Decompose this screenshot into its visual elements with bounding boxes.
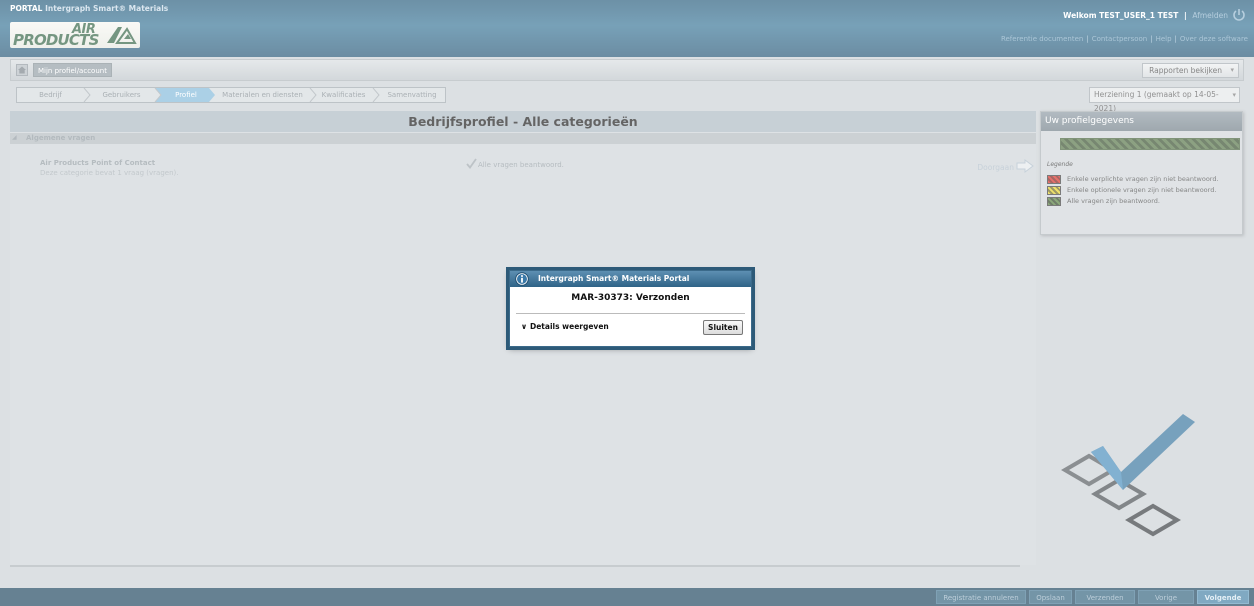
group-label: Algemene vragen bbox=[26, 134, 96, 142]
herziening-value: Herziening 1 (gemaakt op 14-05-2021) bbox=[1094, 90, 1219, 113]
chevron-down-icon: ∨ bbox=[521, 322, 528, 331]
logout-link[interactable]: Afmelden bbox=[1192, 11, 1228, 20]
answered-status: Alle vragen beantwoord. bbox=[466, 158, 564, 169]
checkmark-icon bbox=[466, 158, 477, 169]
wizard-bar: Bedrijf Gebruikers Profiel Materialen en… bbox=[10, 84, 1244, 113]
logo-mark-icon bbox=[107, 27, 137, 44]
answered-text: Alle vragen beantwoord. bbox=[478, 161, 564, 169]
dialog-title: Intergraph Smart® Materials Portal bbox=[538, 274, 690, 283]
logout-icon[interactable] bbox=[1232, 8, 1246, 22]
step-profiel[interactable]: Profiel bbox=[161, 88, 211, 102]
link-referentie[interactable]: Referentie documenten bbox=[1001, 35, 1083, 43]
legend-text-red: Enkele verplichte vragen zijn niet beant… bbox=[1067, 175, 1219, 183]
dialog-message: MAR-30373: Verzonden bbox=[571, 293, 690, 303]
home-icon[interactable] bbox=[16, 64, 28, 76]
legend-swatch-yellow bbox=[1047, 186, 1061, 195]
legend-title: Legende bbox=[1047, 161, 1073, 168]
link-help[interactable]: Help bbox=[1156, 35, 1172, 43]
portal-title: PORTAL Intergraph Smart® Materials bbox=[10, 4, 168, 13]
legend-swatch-green bbox=[1047, 197, 1061, 206]
details-toggle[interactable]: ∨ Details weergeven bbox=[521, 322, 609, 331]
top-links: Referentie documenten | Contactpersoon | Hel… bbox=[1001, 35, 1248, 43]
dialog-titlebar: Intergraph Smart® Materials Portal bbox=[510, 271, 751, 287]
verzenden-button[interactable]: Verzenden bbox=[1075, 590, 1135, 604]
sluiten-button[interactable]: Sluiten bbox=[703, 320, 743, 335]
rapporten-dropdown[interactable]: Rapporten bekijken ▾ bbox=[1142, 63, 1239, 78]
volgende-button[interactable]: Volgende bbox=[1197, 590, 1249, 604]
registratie-annuleren-button[interactable]: Registratie annuleren bbox=[936, 590, 1026, 604]
herziening-select[interactable]: Herziening 1 (gemaakt op 14-05-2021) ▾ bbox=[1089, 87, 1240, 113]
collapse-triangle-icon[interactable]: ◢ bbox=[12, 134, 17, 141]
link-separator: | bbox=[1150, 35, 1153, 43]
step-samenvatting[interactable]: Samenvatting bbox=[379, 88, 445, 102]
logo-text-products: PRODUCTS bbox=[13, 31, 99, 48]
step-kwalificaties[interactable]: Kwalificaties bbox=[314, 88, 373, 102]
vorige-button[interactable]: Vorige bbox=[1138, 590, 1194, 604]
mijn-profiel-button[interactable]: Mijn profiel/account bbox=[33, 63, 112, 77]
link-separator: | bbox=[1174, 35, 1177, 43]
profile-progress-bar bbox=[1060, 138, 1240, 150]
step-bedrijf[interactable]: Bedrijf bbox=[17, 88, 84, 102]
account-toolbar: Mijn profiel/account Rapporten bekijken … bbox=[10, 59, 1244, 81]
link-separator: | bbox=[1086, 35, 1089, 43]
info-icon bbox=[515, 272, 529, 286]
link-over-software[interactable]: Over deze software bbox=[1180, 35, 1248, 43]
portal-label: PORTAL bbox=[10, 4, 43, 13]
rapporten-label: Rapporten bekijken bbox=[1149, 66, 1222, 75]
content-divider bbox=[10, 565, 1020, 567]
app-name: Intergraph Smart® Materials bbox=[45, 4, 169, 13]
welcome-area: Welkom TEST_USER_1 TEST | Afmelden bbox=[1063, 11, 1228, 20]
legend-text-yellow: Enkele optionele vragen zijn niet beantw… bbox=[1067, 186, 1217, 194]
category-title: Air Products Point of Contact bbox=[40, 159, 156, 167]
side-panel-title: Uw profielgegevens bbox=[1041, 112, 1242, 131]
legend-text-green: Alle vragen zijn beantwoord. bbox=[1067, 197, 1160, 205]
arrow-right-icon[interactable] bbox=[1016, 159, 1034, 173]
dialog-divider bbox=[516, 313, 745, 314]
category-subtitle: Deze categorie bevat 1 vraag (vragen). bbox=[40, 169, 179, 177]
step-gebruikers[interactable]: Gebruikers bbox=[88, 88, 155, 102]
app-header: PORTAL Intergraph Smart® Materials AIR P… bbox=[0, 0, 1254, 57]
doorgaan-label: Doorgaan bbox=[977, 163, 1014, 172]
footer-action-bar: Registratie annuleren Opslaan Verzenden … bbox=[0, 588, 1254, 606]
checklist-illustration-icon bbox=[1061, 414, 1195, 537]
chevron-down-icon: ▾ bbox=[1232, 91, 1236, 99]
step-materialen[interactable]: Materialen en diensten bbox=[215, 88, 310, 102]
link-contactpersoon[interactable]: Contactpersoon bbox=[1092, 35, 1148, 43]
group-header[interactable]: ◢ Algemene vragen bbox=[10, 133, 1036, 144]
details-label: Details weergeven bbox=[530, 322, 609, 331]
profile-summary-panel: Uw profielgegevens Legende Enkele verpli… bbox=[1040, 111, 1243, 235]
opslaan-button[interactable]: Opslaan bbox=[1029, 590, 1072, 604]
wizard-steps: Bedrijf Gebruikers Profiel Materialen en… bbox=[16, 87, 446, 103]
welcome-text: Welkom TEST_USER_1 TEST bbox=[1063, 11, 1179, 20]
separator: | bbox=[1183, 11, 1187, 20]
doorgaan-link[interactable]: Doorgaan bbox=[977, 159, 1034, 173]
legend-swatch-red bbox=[1047, 175, 1061, 184]
page-title: Bedrijfsprofiel - Alle categorieën bbox=[10, 111, 1036, 132]
chevron-down-icon: ▾ bbox=[1230, 66, 1234, 74]
message-dialog: Intergraph Smart® Materials Portal MAR-3… bbox=[509, 270, 752, 347]
air-products-logo: AIR PRODUCTS bbox=[10, 22, 140, 48]
